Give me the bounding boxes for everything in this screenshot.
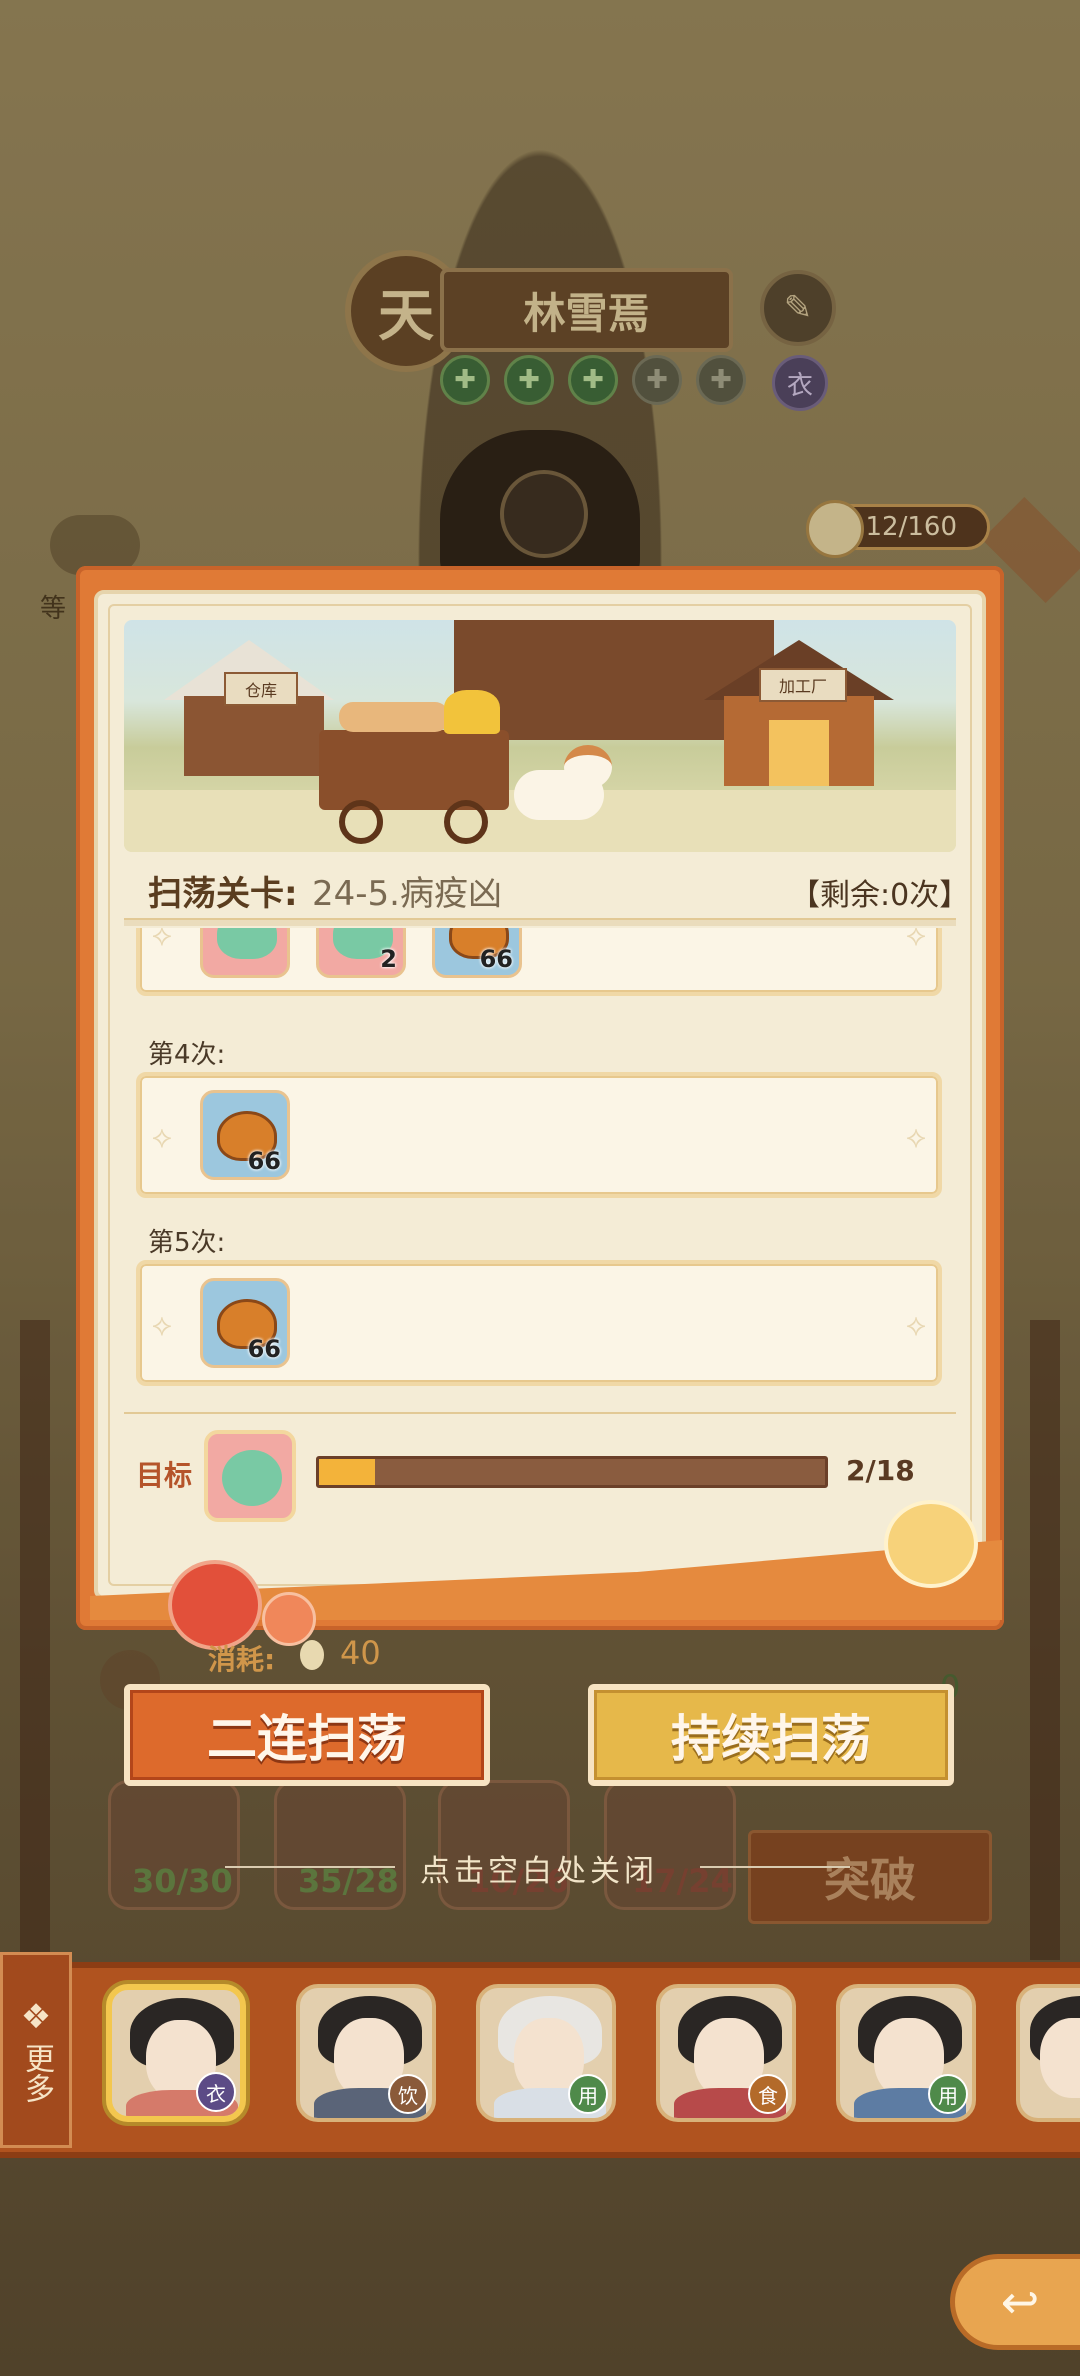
reward-item[interactable]: 66 <box>432 928 522 978</box>
divider <box>225 1866 395 1868</box>
reward-item[interactable] <box>200 928 290 978</box>
back-arrow-icon: ↩ <box>1000 2275 1040 2329</box>
diamond-grid-icon: ❖ <box>20 1997 52 2037</box>
character-portrait[interactable]: 饮 <box>296 1984 436 2122</box>
remaining-count: 【剩余:0次】 <box>790 878 970 913</box>
progress-fill <box>319 1459 375 1485</box>
warehouse-sign: 仓库 <box>224 672 298 706</box>
type-tag: 饮 <box>388 2074 428 2114</box>
reward-item[interactable]: 66 <box>200 1090 290 1180</box>
character-portrait[interactable]: 食 <box>656 1984 796 2122</box>
sweep-scene-illustration: 仓库 加工厂 <box>124 620 956 852</box>
sweep-number-label: 第5次: <box>148 1228 226 1258</box>
target-item[interactable] <box>204 1430 296 1522</box>
sweep-stage-name: 24-5.病疫凶 <box>312 874 502 914</box>
sweep-number-label: 第4次: <box>148 1040 226 1070</box>
sweep-result-row: ⟡ ⟡ 66 <box>136 1260 942 1386</box>
energy-icon <box>300 1640 324 1670</box>
sweep-result-row: ⟡ ⟡ 66 <box>136 1072 942 1198</box>
sweep-stage-label: 扫荡关卡: <box>148 874 298 914</box>
target-progress-text: 2/18 <box>846 1454 915 1487</box>
divider <box>124 918 956 926</box>
type-tag: 食 <box>748 2074 788 2114</box>
more-button[interactable]: ❖ 更多 <box>0 1952 72 2148</box>
factory-sign: 加工厂 <box>759 668 847 702</box>
sweep-results-list[interactable]: ⟡ ⟡ 2 66 第4次: ⟡ ⟡ 66 第5次: ⟡ ⟡ 66 <box>124 928 956 1414</box>
cost-label: 消耗: <box>208 1643 276 1676</box>
more-label: 更多 <box>19 2043 54 2103</box>
cost-value: 40 <box>340 1634 381 1672</box>
sweep-result-row: ⟡ ⟡ 2 66 <box>136 928 942 996</box>
type-tag: 用 <box>568 2074 608 2114</box>
target-label: 目标 <box>136 1459 193 1492</box>
double-sweep-button[interactable]: 二连扫荡 <box>124 1684 490 1786</box>
close-hint[interactable]: 点击空白处关闭 <box>420 1846 658 1890</box>
character-portrait[interactable]: 用 <box>836 1984 976 2122</box>
target-progress-bar <box>316 1456 828 1488</box>
divider <box>700 1866 850 1868</box>
type-tag: 用 <box>928 2074 968 2114</box>
reward-item[interactable]: 66 <box>200 1278 290 1368</box>
type-tag: 衣 <box>196 2072 236 2112</box>
plum-flower-icon <box>168 1560 262 1650</box>
continuous-sweep-button[interactable]: 持续扫荡 <box>588 1684 954 1786</box>
character-portrait[interactable]: 用 <box>476 1984 616 2122</box>
cart <box>319 730 509 810</box>
character-portrait[interactable] <box>1016 1984 1080 2122</box>
plum-flower-icon <box>884 1500 978 1588</box>
character-portrait[interactable]: 衣 <box>106 1984 246 2122</box>
divider <box>124 1412 956 1414</box>
reward-item[interactable]: 2 <box>316 928 406 978</box>
back-button[interactable]: ↩ <box>950 2254 1080 2350</box>
